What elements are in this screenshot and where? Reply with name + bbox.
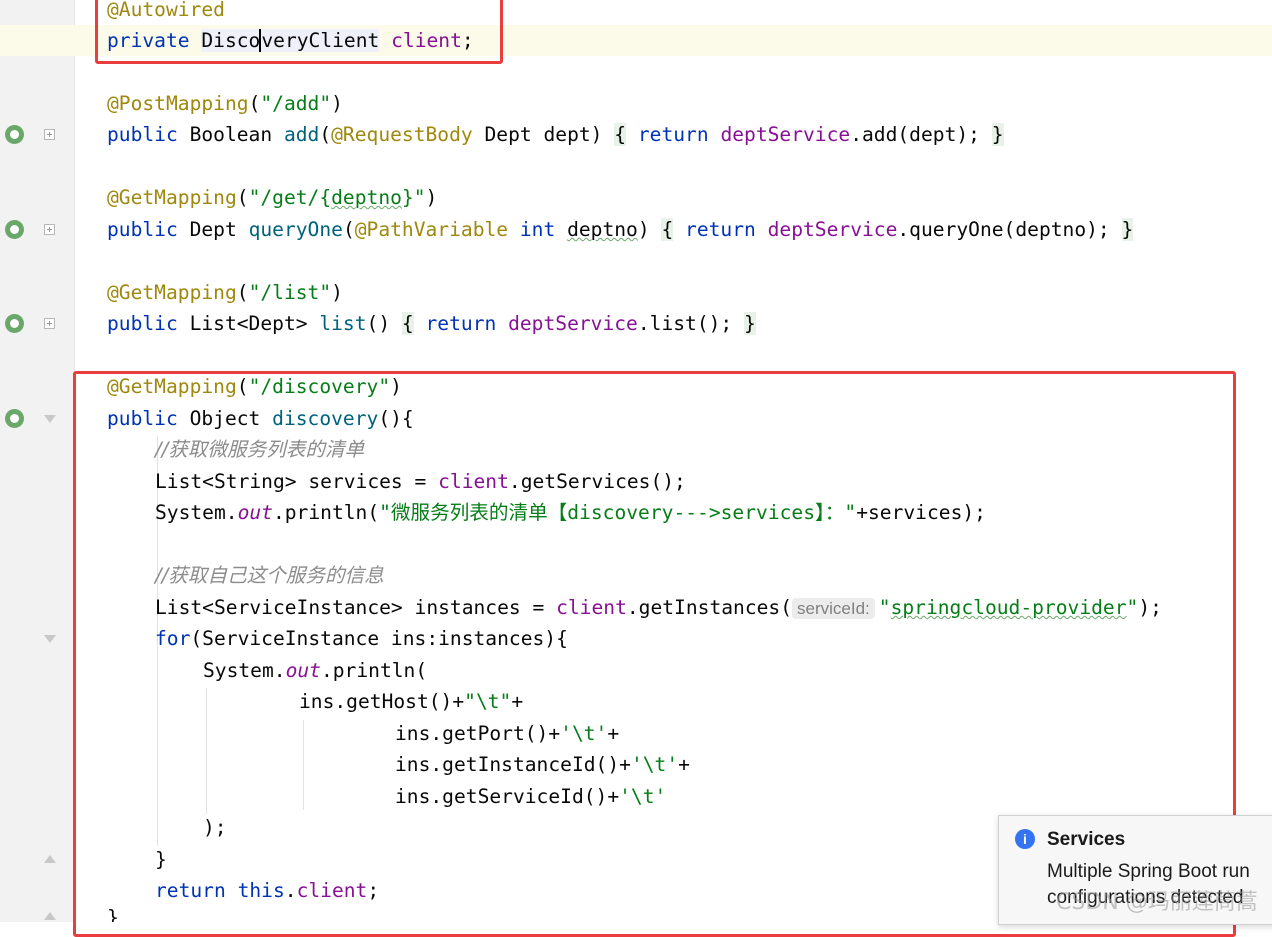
parameter-hint: serviceId: xyxy=(792,598,875,619)
code-line: public Boolean add(@RequestBody Dept dep… xyxy=(107,123,1004,146)
code-line: System.out.println("微服务列表的清单【discovery--… xyxy=(155,501,986,524)
static-field: out xyxy=(285,659,321,682)
annotation: @Autowired xyxy=(107,0,225,21)
folded-brace[interactable]: { xyxy=(401,312,414,335)
keyword: this xyxy=(237,879,285,902)
code-line: @GetMapping("/get/{deptno}") xyxy=(107,186,438,209)
string-literal: "/list" xyxy=(248,281,332,304)
keyword: return xyxy=(685,218,756,241)
keyword: public xyxy=(107,218,178,241)
string-literal: " xyxy=(878,596,891,619)
folded-brace[interactable]: { xyxy=(614,123,627,146)
code-line: for(ServiceInstance ins:instances){ xyxy=(155,627,568,650)
field-name: client xyxy=(556,596,627,619)
char-literal: '\t' xyxy=(630,753,679,776)
folded-brace[interactable]: } xyxy=(991,123,1004,146)
string-literal: "/add" xyxy=(260,92,332,115)
folded-brace[interactable]: { xyxy=(661,218,674,241)
code-line: //获取自己这个服务的信息 xyxy=(0,560,1272,591)
code-line: @GetMapping("/discovery") xyxy=(107,375,402,398)
annotation: @GetMapping xyxy=(107,375,237,398)
char-literal: '\t' xyxy=(619,785,667,808)
notification-title: Services xyxy=(1047,829,1126,850)
comment: //获取微服务列表的清单 xyxy=(155,438,365,461)
keyword: return xyxy=(637,123,709,146)
string-literal: "/discovery" xyxy=(248,375,391,398)
char-literal: '\t' xyxy=(560,722,608,745)
keyword: int xyxy=(519,218,556,241)
keyword: return xyxy=(155,879,226,902)
watermark: CSDN @玛丽莲茼蒿 xyxy=(1056,890,1258,915)
code-line: ins.getInstanceId()+'\t'+ xyxy=(395,753,690,776)
annotation: @PathVariable xyxy=(354,218,509,241)
annotation: @GetMapping xyxy=(107,186,237,209)
static-field: out xyxy=(237,501,273,524)
string-literal: }" xyxy=(401,186,426,209)
field-name: deptService xyxy=(508,312,638,335)
code-editor[interactable]: @Autowired private DiscoveryClient clien… xyxy=(0,0,1272,922)
code-line: System.out.println( xyxy=(203,659,428,682)
annotation: @PostMapping xyxy=(107,92,249,115)
annotation: @RequestBody xyxy=(331,123,473,146)
string-literal: " xyxy=(1126,596,1139,619)
code-line: ins.getHost()+"\t"+ xyxy=(299,690,524,713)
code-line: public Dept queryOne(@PathVariable int d… xyxy=(107,218,1134,241)
code-line: ins.getPort()+'\t'+ xyxy=(395,722,620,745)
annotation: @GetMapping xyxy=(107,281,237,304)
field-name: client xyxy=(438,470,509,493)
keyword: public xyxy=(107,312,178,335)
comment: //获取自己这个服务的信息 xyxy=(155,564,384,587)
code-line-current: private DiscoveryClient client; xyxy=(0,25,1272,56)
method-name: queryOne xyxy=(248,218,343,241)
field-name: client xyxy=(391,29,462,52)
method-name: list xyxy=(319,312,367,335)
keyword: public xyxy=(107,407,178,430)
method-name: discovery xyxy=(272,407,379,430)
code-line: ins.getServiceId()+'\t' xyxy=(395,785,667,808)
string-literal: springcloud-provider xyxy=(890,596,1127,619)
string-literal: "/get/{ xyxy=(248,186,332,209)
string-literal: "\t" xyxy=(464,690,512,713)
code-line: @GetMapping("/list") xyxy=(107,281,343,304)
code-line: @Autowired xyxy=(0,0,1272,25)
folded-brace[interactable]: } xyxy=(1121,218,1134,241)
field-name: client xyxy=(296,879,368,902)
code-line: List<String> services = client.getServic… xyxy=(155,470,686,493)
keyword: private xyxy=(107,29,190,52)
string-literal: "微服务列表的清单【discovery--->services】：" xyxy=(379,501,857,524)
string-literal: deptno xyxy=(331,186,402,209)
folded-brace[interactable]: } xyxy=(744,312,756,335)
info-icon: i xyxy=(1015,829,1035,849)
method-name: add xyxy=(283,123,320,146)
field-name: deptService xyxy=(720,123,851,146)
field-name: deptService xyxy=(767,218,898,241)
parameter-name: deptno xyxy=(567,218,638,241)
code-line: public List<Dept> list() { return deptSe… xyxy=(107,312,756,335)
keyword: return xyxy=(425,312,497,335)
code-line: //获取微服务列表的清单 xyxy=(0,434,1272,465)
code-line: @PostMapping("/add") xyxy=(107,92,343,115)
text-caret: veryClient xyxy=(259,29,380,52)
keyword: public xyxy=(107,123,178,146)
code-line: public Object discovery(){ xyxy=(107,407,414,430)
keyword: for xyxy=(155,627,191,650)
code-line: List<ServiceInstance> instances = client… xyxy=(155,596,1162,619)
type-name: Disco xyxy=(201,29,261,52)
